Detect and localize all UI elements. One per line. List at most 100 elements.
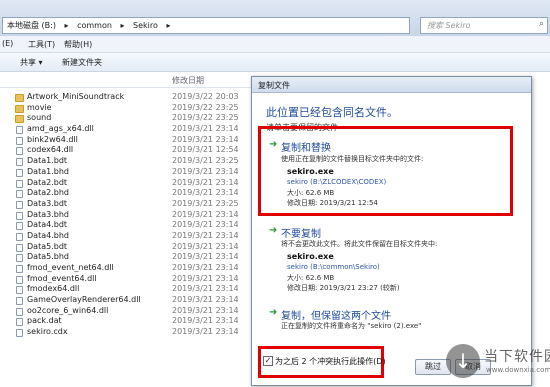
file-date: 2019/3/21 23:14 [172, 305, 239, 315]
file-icon [16, 286, 23, 295]
option-keep-both-desc: 正在复制的文件将重命名为 "sekiro (2).exe" [281, 322, 422, 330]
file-name: Data3.bdt [27, 198, 68, 208]
breadcrumb-drive[interactable]: 本地磁盘 (B:) [7, 21, 56, 30]
file-row[interactable]: amd_ags_x64.dll 2019/3/21 23:14 [12, 124, 262, 135]
file-name: Data2.bhd [27, 188, 69, 198]
file-row[interactable]: Data5.bhd 2019/3/21 23:14 [12, 252, 262, 263]
file-date: 2019/3/21 23:25 [172, 156, 239, 166]
file-list: Artwork_MiniSoundtrack 2019/3/22 20:03 mov… [12, 92, 262, 338]
watermark-text: 当下软件园 [484, 349, 550, 365]
new-folder-button[interactable]: 新建文件夹 [62, 57, 102, 68]
file-date: 2019/3/21 23:14 [172, 295, 239, 305]
file-icon [16, 168, 23, 177]
folder-icon [15, 94, 24, 102]
column-header: 修改日期 [0, 72, 255, 88]
file-date: 2019/3/21 23:14 [172, 166, 239, 176]
file-date: 2019/3/22 23:25 [172, 113, 239, 123]
file-date: 2019/3/21 23:14 [172, 177, 239, 187]
file-name: amd_ags_x64.dll [27, 124, 94, 134]
file-row[interactable]: Artwork_MiniSoundtrack 2019/3/22 20:03 [12, 92, 262, 103]
file-row[interactable]: pack.dat 2019/3/21 23:14 [12, 316, 262, 327]
file-row[interactable]: Data1.bhd 2019/3/21 23:14 [12, 167, 262, 178]
option-skip-desc: 将不会更改此文件。将此文件保留在目标文件夹中: [281, 240, 438, 248]
file-icon [16, 254, 23, 263]
file-row[interactable]: GameOverlayRenderer64.dll 2019/3/21 23:14 [12, 295, 262, 306]
file-icon [16, 222, 23, 231]
file-date: 2019/3/21 23:14 [172, 209, 239, 219]
dialog-title-bar: 复制文件 [252, 77, 531, 93]
search-placeholder: 搜索 Sekiro [427, 21, 471, 30]
file-name: bink2w64.dll [27, 134, 78, 144]
file-name: sekiro.cdx [27, 327, 68, 337]
file-name: pack.dat [27, 316, 62, 326]
file-row[interactable]: sound 2019/3/22 23:25 [12, 113, 262, 124]
file-row[interactable]: Data3.bdt 2019/3/21 23:25 [12, 199, 262, 210]
file-row[interactable]: Data5.bdt 2019/3/21 23:14 [12, 242, 262, 253]
file-icon [16, 243, 23, 252]
file-row[interactable]: codex64.dll 2019/3/21 12:54 [12, 145, 262, 156]
option-skip-filename: sekiro.exe [287, 252, 334, 261]
folder-icon [15, 104, 24, 113]
file-date: 2019/3/21 23:14 [172, 220, 239, 230]
file-name: Data5.bdt [27, 241, 68, 251]
file-icon [16, 307, 23, 316]
file-date: 2019/3/21 23:14 [172, 327, 239, 337]
file-name: fmodex64.dll [27, 284, 80, 294]
column-date[interactable]: 修改日期 [172, 75, 204, 86]
menu-bar: (E) 工具(T) 帮助(H) [0, 36, 550, 53]
file-date: 2019/3/21 23:14 [172, 188, 239, 198]
file-row[interactable]: Data3.bhd 2019/3/21 23:14 [12, 210, 262, 221]
file-row[interactable]: bink2w64.dll 2019/3/21 23:14 [12, 135, 262, 146]
toolbar: 共享 ▾ 新建文件夹 [0, 53, 550, 72]
file-row[interactable]: oo2core_6_win64.dll 2019/3/21 23:14 [12, 306, 262, 317]
menu-item-tools[interactable]: 工具(T) [28, 39, 55, 50]
address-bar[interactable]: 本地磁盘 (B:) ▸ common ▸ Sekiro ▸ [2, 17, 410, 34]
file-row[interactable]: Data2.bhd 2019/3/21 23:14 [12, 188, 262, 199]
file-date: 2019/3/21 23:14 [172, 241, 239, 251]
file-name: Data3.bhd [27, 209, 69, 219]
file-row[interactable]: Data4.bhd 2019/3/21 23:14 [12, 231, 262, 242]
menu-item-help[interactable]: 帮助(H) [64, 39, 92, 50]
file-icon [16, 329, 23, 338]
breadcrumb-separator[interactable]: ▸ [65, 21, 69, 30]
file-icon [16, 147, 23, 156]
file-row[interactable]: fmod_event64.dll 2019/3/21 23:14 [12, 274, 262, 285]
file-row[interactable]: fmod_event_net64.dll 2019/3/21 23:14 [12, 263, 262, 274]
menu-item-edit[interactable]: (E) [2, 39, 13, 48]
file-row[interactable]: Data1.bdt 2019/3/21 23:25 [12, 156, 262, 167]
file-date: 2019/3/21 12:54 [172, 145, 239, 155]
file-date: 2019/3/21 23:14 [172, 124, 239, 134]
option-skip-modified: 修改日期: 2019/3/21 23:27 (较新) [287, 284, 400, 292]
file-date: 2019/3/21 23:25 [172, 198, 239, 208]
address-bar-area: 本地磁盘 (B:) ▸ common ▸ Sekiro ▸ 搜索 Sekiro … [0, 0, 550, 37]
breadcrumb-separator[interactable]: ▸ [166, 21, 170, 30]
file-date: 2019/3/21 23:14 [172, 263, 239, 272]
search-input[interactable]: 搜索 Sekiro ⌕ [420, 17, 548, 34]
file-row[interactable]: Data4.bdt 2019/3/21 23:14 [12, 220, 262, 231]
file-row[interactable]: movie 2019/3/22 23:25 [12, 103, 262, 114]
breadcrumb-sekiro[interactable]: Sekiro [133, 21, 158, 30]
apply-to-all-label: 为之后 2 个冲突执行此操作(D) [275, 357, 386, 366]
file-name: oo2core_6_win64.dll [27, 305, 109, 315]
file-icon [16, 297, 23, 306]
file-name: Data2.bdt [27, 177, 68, 187]
share-button[interactable]: 共享 ▾ [20, 57, 43, 68]
dialog-title: 复制文件 [258, 81, 290, 90]
folder-icon [15, 115, 24, 124]
breadcrumb-common[interactable]: common [77, 21, 112, 30]
search-icon[interactable]: ⌕ [539, 19, 544, 29]
file-row[interactable]: Data2.bdt 2019/3/21 23:14 [12, 178, 262, 189]
file-icon [16, 232, 23, 241]
file-name: GameOverlayRenderer64.dll [27, 295, 141, 305]
file-icon [16, 275, 23, 284]
file-name: movie [27, 102, 52, 112]
arrow-right-icon: ➜ [269, 225, 278, 236]
file-row[interactable]: sekiro.cdx 2019/3/21 23:14 [12, 327, 262, 338]
file-icon [16, 211, 23, 220]
file-icon [16, 265, 23, 273]
apply-to-all-checkbox[interactable]: ✓ [263, 356, 273, 366]
file-icon [16, 136, 23, 145]
file-row[interactable]: fmodex64.dll 2019/3/21 23:14 [12, 284, 262, 295]
breadcrumb-separator[interactable]: ▸ [120, 21, 124, 30]
file-name: Data4.bhd [27, 230, 69, 240]
